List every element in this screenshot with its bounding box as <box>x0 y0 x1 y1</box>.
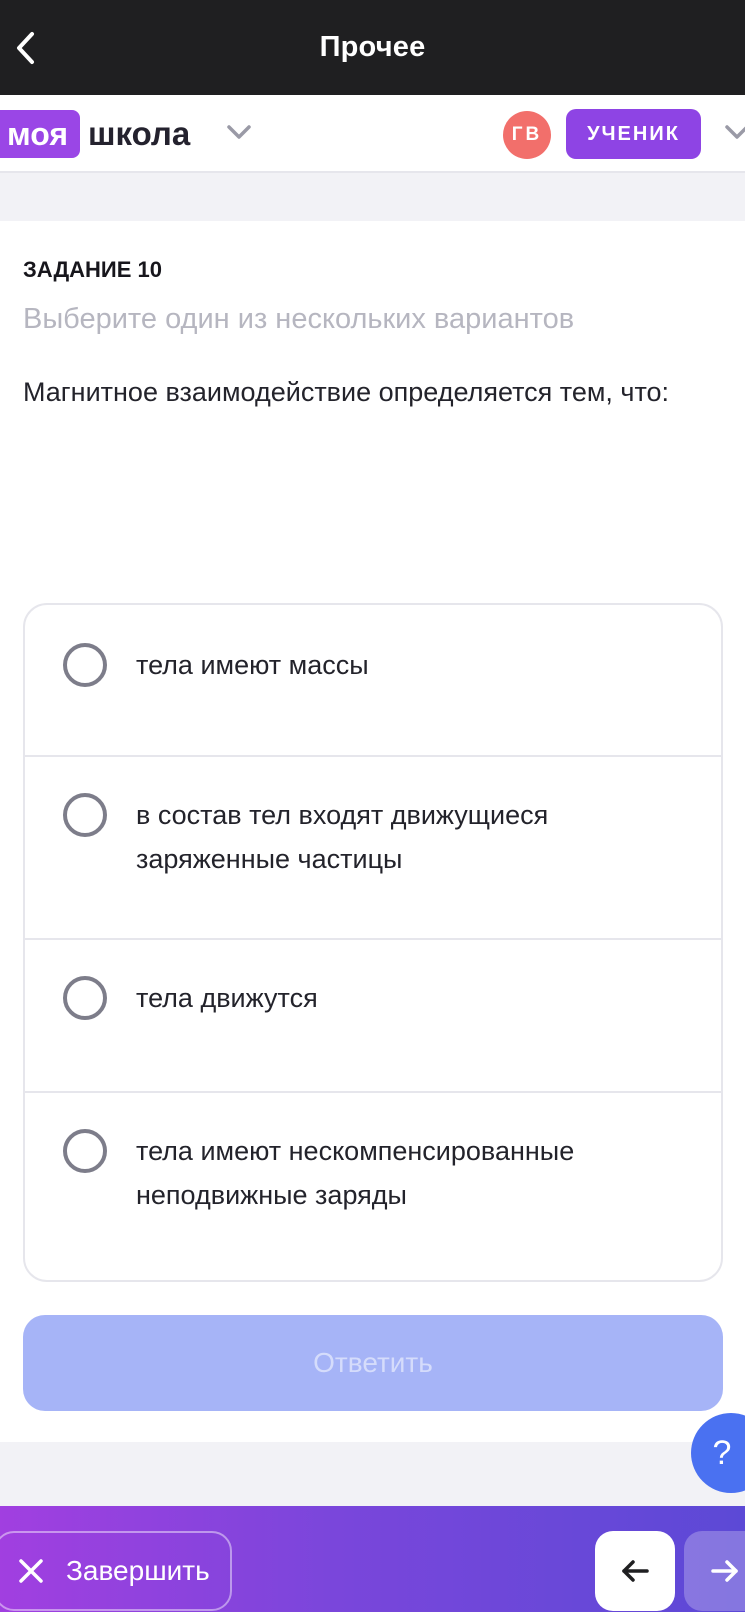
logo-shkola[interactable]: школа <box>88 110 190 158</box>
option-text: тела движутся <box>136 983 318 1013</box>
option-text: тела имеют массы <box>136 650 369 680</box>
option-item[interactable]: тела имеют массы <box>25 605 721 757</box>
option-item[interactable]: тела имеют нескомпенсированные неподвижн… <box>25 1093 721 1280</box>
option-item[interactable]: в состав тел входят движущиеся заряженны… <box>25 757 721 940</box>
back-button[interactable] <box>6 28 46 68</box>
radio-button[interactable] <box>63 643 107 687</box>
next-task-button[interactable] <box>684 1531 745 1611</box>
bottom-bar: Завершить <box>0 1506 745 1612</box>
finish-label: Завершить <box>66 1555 210 1586</box>
app-header: моя школа ГВ УЧЕНИК <box>0 95 745 173</box>
close-icon <box>19 1559 43 1583</box>
arrow-right-icon <box>711 1560 738 1582</box>
options-list: тела имеют массы в состав тел входят дви… <box>23 603 723 1282</box>
option-text: тела имеют нескомпенсированные неподвижн… <box>136 1136 575 1210</box>
option-item[interactable]: тела движутся <box>25 940 721 1093</box>
radio-button[interactable] <box>63 793 107 837</box>
radio-button[interactable] <box>63 1129 107 1173</box>
chevron-down-icon[interactable] <box>226 123 252 141</box>
role-badge[interactable]: УЧЕНИК <box>566 109 701 159</box>
chevron-down-icon[interactable] <box>724 123 745 141</box>
task-hint: Выберите один из нескольких вариантов <box>23 303 575 335</box>
previous-task-button[interactable] <box>595 1531 675 1611</box>
page-title: Прочее <box>319 31 426 63</box>
task-card: ЗАДАНИЕ 10 Выберите один из нескольких в… <box>0 221 745 1442</box>
finish-button[interactable]: Завершить <box>0 1531 232 1611</box>
task-number: ЗАДАНИЕ 10 <box>23 257 163 282</box>
answer-button[interactable]: Ответить <box>23 1315 723 1411</box>
question-text: Магнитное взаимодействие определяется те… <box>23 377 670 407</box>
arrow-left-icon <box>622 1560 649 1582</box>
avatar[interactable]: ГВ <box>503 111 551 159</box>
logo-moya[interactable]: моя <box>0 110 80 158</box>
top-nav-bar: Прочее <box>0 0 745 95</box>
chevron-left-icon <box>17 32 34 64</box>
option-text: в состав тел входят движущиеся заряженны… <box>136 800 549 874</box>
radio-button[interactable] <box>63 976 107 1020</box>
